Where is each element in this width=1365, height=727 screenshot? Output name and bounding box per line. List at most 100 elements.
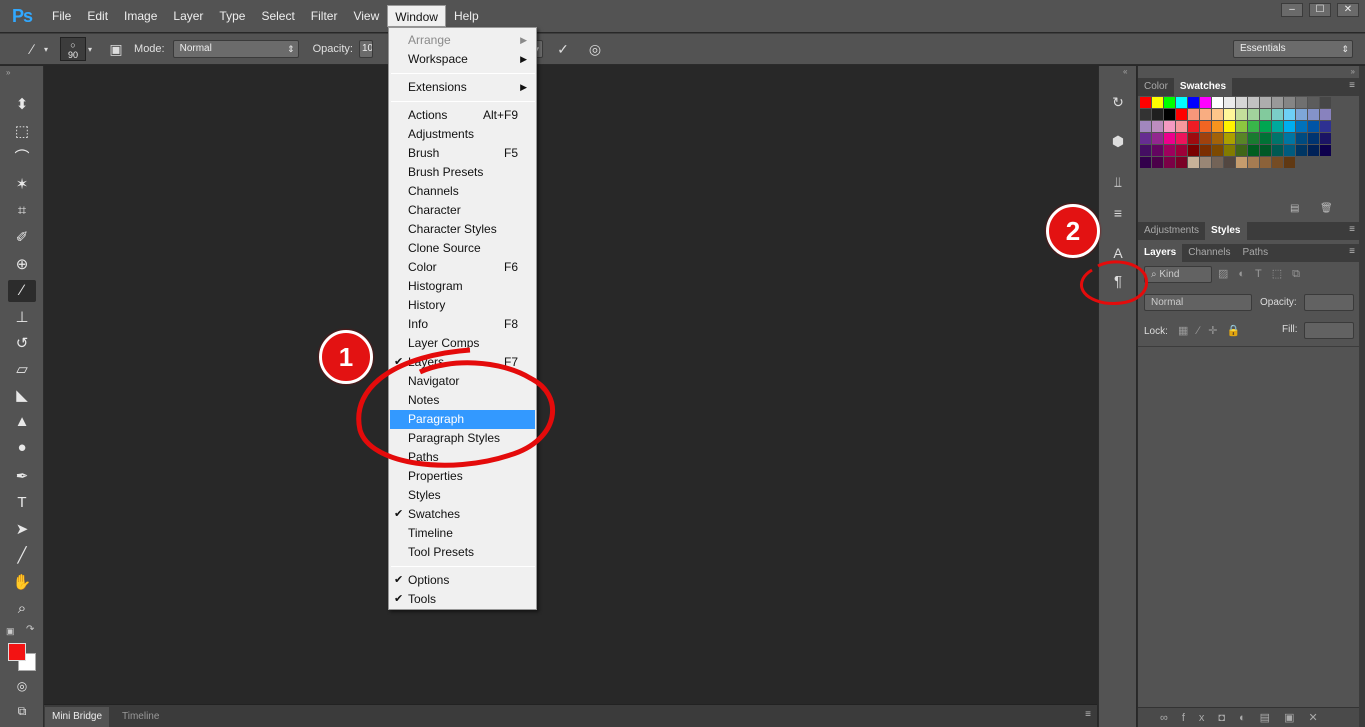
menu-item-layers[interactable]: ✔ Layers F7 xyxy=(390,353,535,372)
collapse-toolbar-icon[interactable]: » xyxy=(6,68,10,77)
color-swatch[interactable] xyxy=(1152,133,1163,144)
color-swatch[interactable] xyxy=(1308,121,1319,132)
paragraph-panel-icon[interactable]: ¶ xyxy=(1107,271,1129,293)
color-swatch[interactable] xyxy=(1308,145,1319,156)
menu-item-properties[interactable]: Properties xyxy=(390,467,535,486)
color-swatch[interactable] xyxy=(1248,157,1259,168)
move-tool-icon[interactable]: ⬍ xyxy=(8,94,36,116)
color-swatch[interactable] xyxy=(1248,121,1259,132)
pressure-opacity-icon[interactable]: ✓ xyxy=(553,39,573,59)
color-swatch[interactable] xyxy=(1320,145,1331,156)
hand-tool-icon[interactable]: ✋ xyxy=(8,572,36,594)
tab-channels[interactable]: Channels xyxy=(1182,244,1236,262)
color-swatch[interactable] xyxy=(1212,97,1223,108)
color-swatch[interactable] xyxy=(1248,109,1259,120)
color-swatch[interactable] xyxy=(1296,133,1307,144)
menu-item-info[interactable]: Info F8 xyxy=(390,315,535,334)
color-swatch[interactable] xyxy=(1164,157,1175,168)
color-swatch[interactable] xyxy=(1200,121,1211,132)
layer-opacity-field[interactable] xyxy=(1304,294,1354,311)
layer-footer-icons[interactable]: ∞fx◘◐▤▣✕ xyxy=(1160,711,1332,724)
color-swatch[interactable] xyxy=(1320,97,1331,108)
tab-paths[interactable]: Paths xyxy=(1237,244,1275,262)
default-colors-icon[interactable]: ▣ xyxy=(6,626,15,637)
color-swatch[interactable] xyxy=(1236,145,1247,156)
menu-item-notes[interactable]: Notes xyxy=(390,391,535,410)
color-swatch[interactable] xyxy=(1200,157,1211,168)
color-swatch[interactable] xyxy=(1212,121,1223,132)
color-swatch[interactable] xyxy=(1152,145,1163,156)
color-swatch[interactable] xyxy=(1176,157,1187,168)
brush-panel-toggle-icon[interactable]: ▣ xyxy=(106,39,126,59)
color-swatch[interactable] xyxy=(1320,121,1331,132)
magic-wand-tool-icon[interactable]: ✶ xyxy=(8,174,36,196)
foreground-color-swatch[interactable] xyxy=(8,643,26,661)
type-tool-icon[interactable]: T xyxy=(8,492,36,514)
history-brush-tool-icon[interactable]: ↺ xyxy=(8,333,36,355)
color-swatch[interactable] xyxy=(1200,97,1211,108)
brush-panel-icon[interactable]: ≡ xyxy=(1107,202,1129,224)
menu-window[interactable]: Window xyxy=(387,5,446,27)
color-swatch[interactable] xyxy=(1284,109,1295,120)
swap-colors-icon[interactable]: ↷ xyxy=(26,624,34,635)
menu-item-styles[interactable]: Styles xyxy=(390,486,535,505)
tab-color[interactable]: Color xyxy=(1138,78,1174,96)
layer-filter-kind[interactable]: ⌕ Kind xyxy=(1144,266,1212,283)
menu-image[interactable]: Image xyxy=(116,5,165,27)
color-swatch[interactable] xyxy=(1164,121,1175,132)
trash-icon[interactable]: 🗑 xyxy=(1320,203,1333,214)
color-swatch[interactable] xyxy=(1272,109,1283,120)
document-canvas-area[interactable] xyxy=(45,66,1097,704)
blur-tool-icon[interactable]: ▲ xyxy=(8,411,36,433)
color-swatch[interactable] xyxy=(1224,133,1235,144)
menu-item-paragraph[interactable]: Paragraph xyxy=(390,410,535,429)
color-swatch[interactable] xyxy=(1164,109,1175,120)
opacity-field[interactable]: 10 xyxy=(358,40,373,58)
dodge-tool-icon[interactable]: ● xyxy=(8,437,36,459)
minimize-button[interactable]: – xyxy=(1281,3,1303,17)
color-swatch[interactable] xyxy=(1224,109,1235,120)
menu-item-clone-source[interactable]: Clone Source xyxy=(390,239,535,258)
zoom-tool-icon[interactable]: ⌕ xyxy=(8,598,36,620)
color-swatch[interactable] xyxy=(1260,109,1271,120)
brush-presets-panel-icon[interactable]: ⫫ xyxy=(1107,171,1129,193)
properties-panel-icon[interactable]: ⬢ xyxy=(1107,130,1129,152)
workspace-switcher[interactable]: Essentials ⇕ xyxy=(1233,40,1353,58)
color-swatch[interactable] xyxy=(1284,121,1295,132)
color-swatch[interactable] xyxy=(1272,121,1283,132)
menu-view[interactable]: View xyxy=(345,5,387,27)
history-panel-icon[interactable]: ↻ xyxy=(1107,91,1129,113)
color-swatch[interactable] xyxy=(1224,157,1235,168)
color-swatch[interactable] xyxy=(1284,145,1295,156)
menu-filter[interactable]: Filter xyxy=(303,5,346,27)
brush-tool-preset-icon[interactable]: ∕ xyxy=(22,39,42,59)
menu-help[interactable]: Help xyxy=(446,5,487,27)
brush-picker-arrow-icon[interactable]: ▾ xyxy=(88,45,92,54)
color-swatch[interactable] xyxy=(1188,121,1199,132)
menu-item-history[interactable]: History xyxy=(390,296,535,315)
menu-item-paths[interactable]: Paths xyxy=(390,448,535,467)
menu-item-channels[interactable]: Channels xyxy=(390,182,535,201)
color-swatch[interactable] xyxy=(1212,109,1223,120)
color-swatch[interactable] xyxy=(1188,157,1199,168)
color-swatch[interactable] xyxy=(1212,157,1223,168)
menu-select[interactable]: Select xyxy=(253,5,302,27)
color-swatch[interactable] xyxy=(1176,121,1187,132)
color-swatch[interactable] xyxy=(1236,109,1247,120)
menu-item-timeline[interactable]: Timeline xyxy=(390,524,535,543)
tab-swatches[interactable]: Swatches xyxy=(1173,78,1233,96)
tab-adjustments[interactable]: Adjustments xyxy=(1138,222,1205,240)
color-swatch[interactable] xyxy=(1284,97,1295,108)
screen-mode-icon[interactable]: ⧉ xyxy=(8,700,36,722)
blend-mode-select[interactable]: Normal xyxy=(1144,294,1252,311)
color-swatch[interactable] xyxy=(1308,133,1319,144)
color-swatch[interactable] xyxy=(1236,157,1247,168)
color-swatch[interactable] xyxy=(1296,145,1307,156)
tab-styles[interactable]: Styles xyxy=(1205,222,1247,240)
menu-file[interactable]: File xyxy=(44,5,79,27)
crop-tool-icon[interactable]: ⌗ xyxy=(8,200,36,222)
color-swatch[interactable] xyxy=(1176,145,1187,156)
panel-menu-icon[interactable]: ≡ xyxy=(1085,709,1091,720)
color-swatch[interactable] xyxy=(1260,97,1271,108)
brush-tool-icon[interactable]: ∕ xyxy=(8,280,36,302)
